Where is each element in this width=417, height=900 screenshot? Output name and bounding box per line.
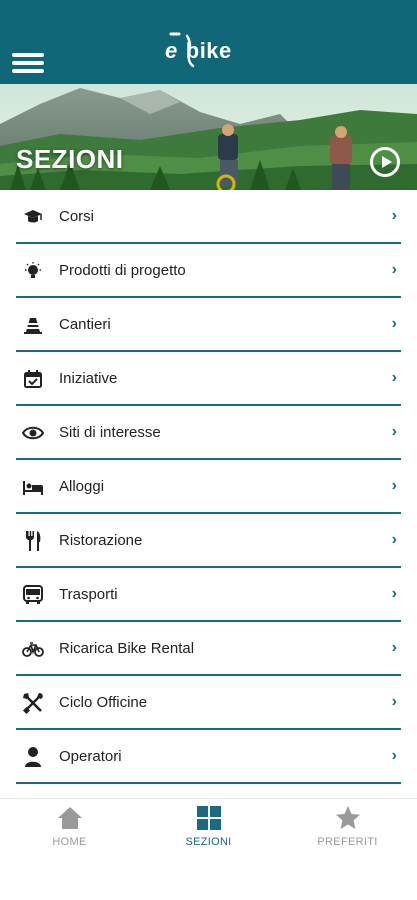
chevron-right-icon: ›: [391, 315, 397, 332]
tab-home[interactable]: HOME: [0, 799, 139, 861]
chevron-right-icon: ›: [391, 477, 397, 494]
section-item-corsi[interactable]: Corsi ›: [16, 190, 401, 244]
lightbulb-icon: [22, 260, 44, 282]
section-item-label: Siti di interesse: [59, 424, 161, 441]
home-icon: [57, 805, 83, 831]
tab-label: PREFERITI: [317, 836, 378, 848]
section-item-label: Trasporti: [59, 586, 118, 603]
bus-icon: [22, 584, 44, 606]
section-item-iniziative[interactable]: Iniziative ›: [16, 352, 401, 406]
logo-prefix: e: [165, 38, 178, 63]
tab-preferiti[interactable]: PREFERITI: [278, 799, 417, 861]
tools-icon: [22, 692, 44, 714]
grid-icon: [196, 805, 222, 831]
chevron-right-icon: ›: [391, 531, 397, 548]
eye-icon: [22, 422, 44, 444]
section-item-label: Iniziative: [59, 370, 118, 387]
chevron-right-icon: ›: [391, 261, 397, 278]
section-item-label: Cantieri: [59, 316, 111, 333]
section-item-prodotti-di-progetto[interactable]: Prodotti di progetto ›: [16, 244, 401, 298]
ebike-logo: e bike: [165, 28, 255, 74]
section-item-label: Ristorazione: [59, 532, 143, 549]
section-item-label: Operatori: [59, 748, 122, 765]
section-banner: SEZIONI: [0, 84, 417, 190]
tab-sezioni[interactable]: SEZIONI: [139, 799, 278, 861]
hamburger-menu-icon[interactable]: [12, 49, 44, 75]
traffic-cone-icon: [22, 314, 44, 336]
app-header: e bike: [0, 0, 417, 84]
bicycle-icon: [22, 638, 44, 660]
calendar-check-icon: [22, 368, 44, 390]
bed-icon: [22, 476, 44, 498]
section-item-cantieri[interactable]: Cantieri ›: [16, 298, 401, 352]
graduation-cap-icon: [22, 206, 44, 228]
star-icon: [335, 805, 361, 831]
section-item-ristorazione[interactable]: Ristorazione ›: [16, 514, 401, 568]
section-item-label: Prodotti di progetto: [59, 262, 186, 279]
section-banner-title: SEZIONI: [16, 144, 124, 174]
play-circle-icon[interactable]: [370, 147, 400, 177]
section-item-label: Alloggi: [59, 478, 105, 495]
section-item-label: Ciclo Officine: [59, 694, 148, 711]
section-item-alloggi[interactable]: Alloggi ›: [16, 460, 401, 514]
logo-suffix: bike: [185, 38, 232, 63]
chevron-right-icon: ›: [391, 423, 397, 440]
bottom-tab-bar: HOME SEZIONI PREFERITI: [0, 798, 417, 860]
section-item-operatori[interactable]: Operatori ›: [16, 730, 401, 784]
chevron-right-icon: ›: [391, 639, 397, 656]
chevron-right-icon: ›: [391, 585, 397, 602]
person-icon: [22, 746, 44, 768]
fork-knife-icon: [22, 530, 44, 552]
section-item-siti-di-interesse[interactable]: Siti di interesse ›: [16, 406, 401, 460]
tab-label: SEZIONI: [185, 836, 232, 848]
tab-label: HOME: [52, 836, 87, 848]
section-item-ciclo-officine[interactable]: Ciclo Officine ›: [16, 676, 401, 730]
section-item-label: Corsi: [59, 208, 95, 225]
chevron-right-icon: ›: [391, 207, 397, 224]
chevron-right-icon: ›: [391, 693, 397, 710]
chevron-right-icon: ›: [391, 747, 397, 764]
section-item-label: Ricarica Bike Rental: [59, 640, 195, 657]
section-item-trasporti[interactable]: Trasporti ›: [16, 568, 401, 622]
chevron-right-icon: ›: [391, 369, 397, 386]
sections-list: Corsi › Prodotti di progetto › Cantieri …: [16, 190, 401, 784]
section-item-ricarica-bike-rental[interactable]: Ricarica Bike Rental ›: [16, 622, 401, 676]
